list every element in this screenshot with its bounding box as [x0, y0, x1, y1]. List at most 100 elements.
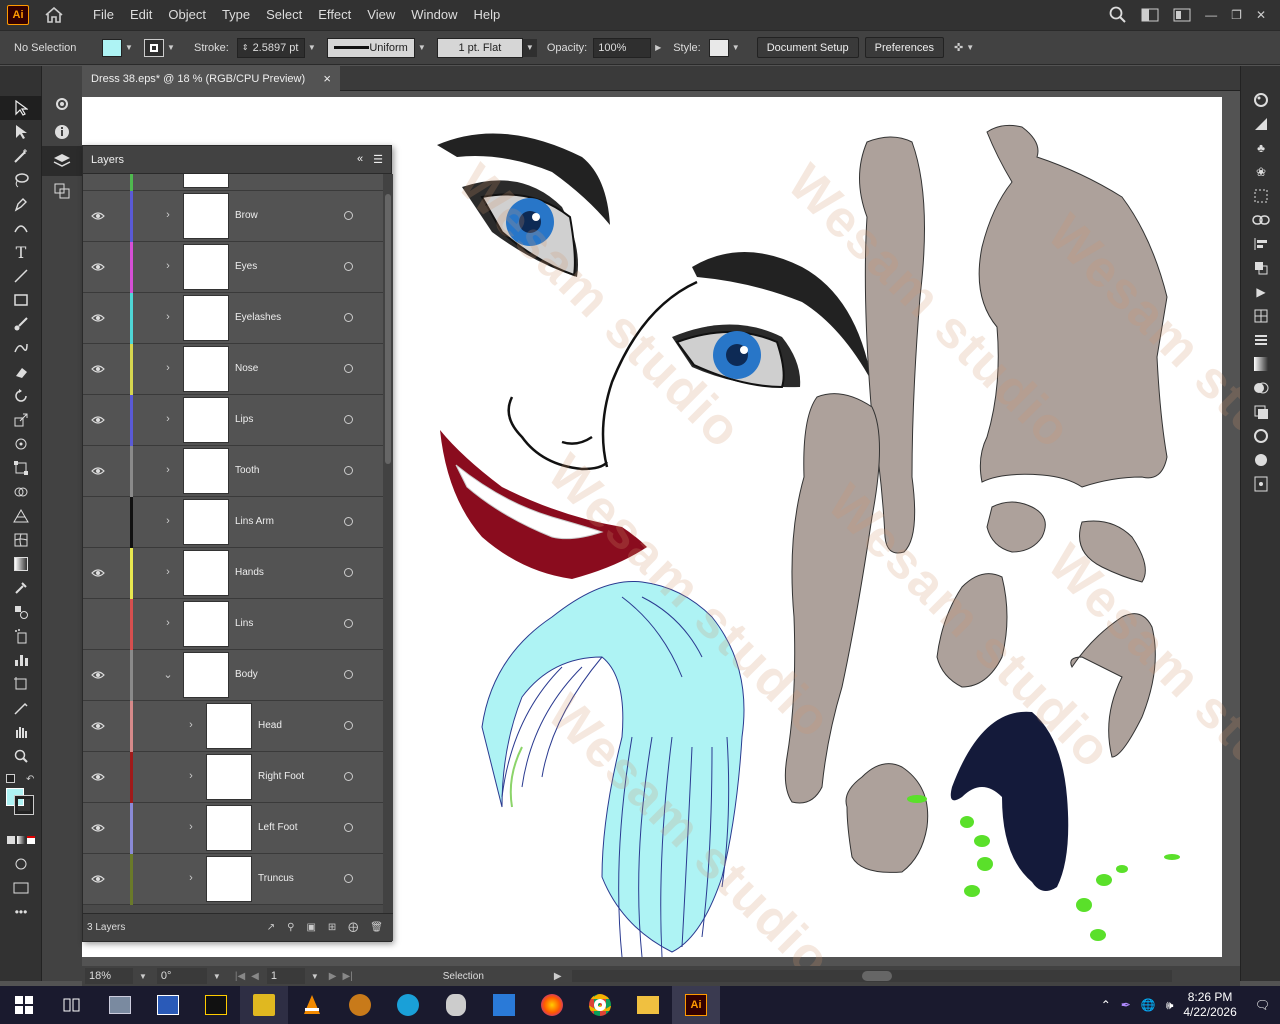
home-icon[interactable] [43, 5, 65, 25]
shape-builder-tool-icon[interactable] [0, 480, 42, 504]
column-graph-tool-icon[interactable] [0, 648, 42, 672]
pathfinder-icon[interactable] [1241, 256, 1280, 280]
graphic-styles-icon[interactable] [1241, 424, 1280, 448]
chevron-right-icon[interactable]: › [162, 617, 174, 631]
layer-target-icon[interactable] [344, 517, 353, 526]
vlc-icon[interactable] [288, 986, 336, 1024]
menu-view[interactable]: View [359, 0, 403, 30]
brushes-icon[interactable]: ❀ [1241, 160, 1280, 184]
volume-icon[interactable]: 🕪 [1166, 998, 1174, 1013]
visibility-toggle[interactable] [91, 515, 105, 529]
transform-icon[interactable] [1241, 304, 1280, 328]
layer-name[interactable]: Brow [235, 210, 258, 221]
scroll-thumb[interactable] [385, 194, 391, 464]
pinned-app-icon[interactable] [240, 986, 288, 1024]
stepper-icon[interactable]: ⇕ [242, 43, 249, 52]
windows-start-icon[interactable] [0, 986, 48, 1024]
chevron-right-icon[interactable]: › [185, 872, 197, 886]
layer-target-icon[interactable] [344, 772, 353, 781]
layer-target-icon[interactable] [344, 619, 353, 628]
zoom-field[interactable]: 18% [85, 968, 133, 984]
horizontal-scrollbar[interactable] [571, 970, 1172, 982]
store-app-icon[interactable] [480, 986, 528, 1024]
layer-target-icon[interactable] [344, 415, 353, 424]
layer-name[interactable]: Tooth [235, 465, 259, 476]
locate-object-icon[interactable]: ⚲ [287, 922, 294, 933]
chevron-right-icon[interactable]: › [185, 770, 197, 784]
studio-app-icon[interactable] [192, 986, 240, 1024]
scroll-thumb[interactable] [861, 971, 892, 981]
minimize-icon[interactable]: — [1205, 8, 1217, 22]
brush-definition[interactable]: 1 pt. Flat [436, 37, 523, 58]
layer-row[interactable]: › Hands [83, 548, 383, 599]
layer-row[interactable]: › Nose [83, 344, 383, 395]
direct-selection-tool-icon[interactable] [0, 120, 42, 144]
transparency-icon[interactable] [1241, 376, 1280, 400]
network-app-icon[interactable] [384, 986, 432, 1024]
puppet-warp-tool-icon[interactable] [0, 432, 42, 456]
panel-menu-icon[interactable]: ☰ [373, 153, 383, 166]
eyedropper-tool-icon[interactable] [0, 576, 42, 600]
menu-edit[interactable]: Edit [122, 0, 160, 30]
menu-object[interactable]: Object [160, 0, 214, 30]
menu-effect[interactable]: Effect [310, 0, 359, 30]
document-info-icon[interactable] [1241, 472, 1280, 496]
network-icon[interactable]: 🌐 [1141, 998, 1156, 1012]
layers-panel-icon[interactable] [42, 146, 82, 176]
free-transform-tool-icon[interactable] [0, 456, 42, 480]
layer-name[interactable]: Truncus [258, 873, 294, 884]
layer-name[interactable]: Hands [235, 567, 264, 578]
layer-row[interactable]: › Head [83, 701, 383, 752]
clock[interactable]: 8:26 PM 4/22/2026 [1183, 990, 1236, 1020]
chevron-down-icon[interactable]: ▼ [164, 39, 178, 57]
type-tool-icon[interactable]: T [0, 240, 42, 264]
chevron-right-icon[interactable]: › [162, 464, 174, 478]
line-tool-icon[interactable] [0, 264, 42, 288]
layer-row[interactable]: › Eyes [83, 242, 383, 293]
appearance-icon[interactable] [1241, 400, 1280, 424]
rotate-tool-icon[interactable] [0, 384, 42, 408]
document-tab[interactable]: Dress 38.eps* @ 18 % (RGB/CPU Preview) × [82, 66, 340, 91]
clipping-mask-icon[interactable]: ▣ [306, 922, 315, 933]
layer-name[interactable]: Lins [235, 618, 253, 629]
bug-app-icon[interactable] [432, 986, 480, 1024]
visibility-toggle[interactable] [91, 617, 105, 631]
chevron-down-icon[interactable]: ▼ [122, 39, 136, 57]
rectangle-tool-icon[interactable] [0, 288, 42, 312]
chevron-down-icon[interactable]: ▼ [963, 39, 977, 57]
search-icon[interactable] [1109, 6, 1127, 24]
layer-row[interactable]: › Tooth [83, 446, 383, 497]
rotation-field[interactable]: 0° [156, 968, 207, 984]
fill-swatch[interactable] [102, 38, 122, 57]
zoom-tool-icon[interactable] [0, 744, 42, 768]
layer-row[interactable]: › Lins [83, 599, 383, 650]
scale-tool-icon[interactable] [0, 408, 42, 432]
mesh-tool-icon[interactable] [0, 528, 42, 552]
visibility-eye-icon[interactable] [91, 770, 105, 784]
pen-icon[interactable]: ✒ [1121, 998, 1131, 1012]
stroke-control[interactable]: ▼ [144, 38, 178, 57]
chevron-down-icon[interactable]: ▼ [305, 39, 319, 57]
draw-mode-icon[interactable] [0, 852, 42, 876]
layer-target-icon[interactable] [344, 313, 353, 322]
slice-tool-icon[interactable] [0, 696, 42, 720]
chevron-right-icon[interactable]: › [162, 209, 174, 223]
stroke-weight-field[interactable]: ⇕ 2.5897 pt [236, 37, 305, 58]
layer-name[interactable]: Eyelashes [235, 312, 281, 323]
chevron-down-icon[interactable]: ▼ [139, 972, 147, 981]
hand-tool-icon[interactable] [0, 720, 42, 744]
file-explorer-icon[interactable] [624, 986, 672, 1024]
chevron-right-icon[interactable]: › [162, 413, 174, 427]
magic-wand-tool-icon[interactable] [0, 144, 42, 168]
layer-target-icon[interactable] [344, 466, 353, 475]
chevron-down-icon[interactable]: ▼ [311, 972, 319, 981]
document-setup-button[interactable]: Document Setup [756, 37, 859, 58]
color-mode-icons[interactable] [0, 828, 42, 852]
new-sublayer-icon[interactable]: ⊞ [328, 922, 336, 933]
layer-name[interactable]: Lins Arm [235, 516, 274, 527]
chrome-icon[interactable] [576, 986, 624, 1024]
info-icon[interactable] [42, 118, 82, 146]
layer-name[interactable]: Right Foot [258, 771, 304, 782]
visibility-eye-icon[interactable] [91, 821, 105, 835]
links-icon[interactable] [1241, 208, 1280, 232]
